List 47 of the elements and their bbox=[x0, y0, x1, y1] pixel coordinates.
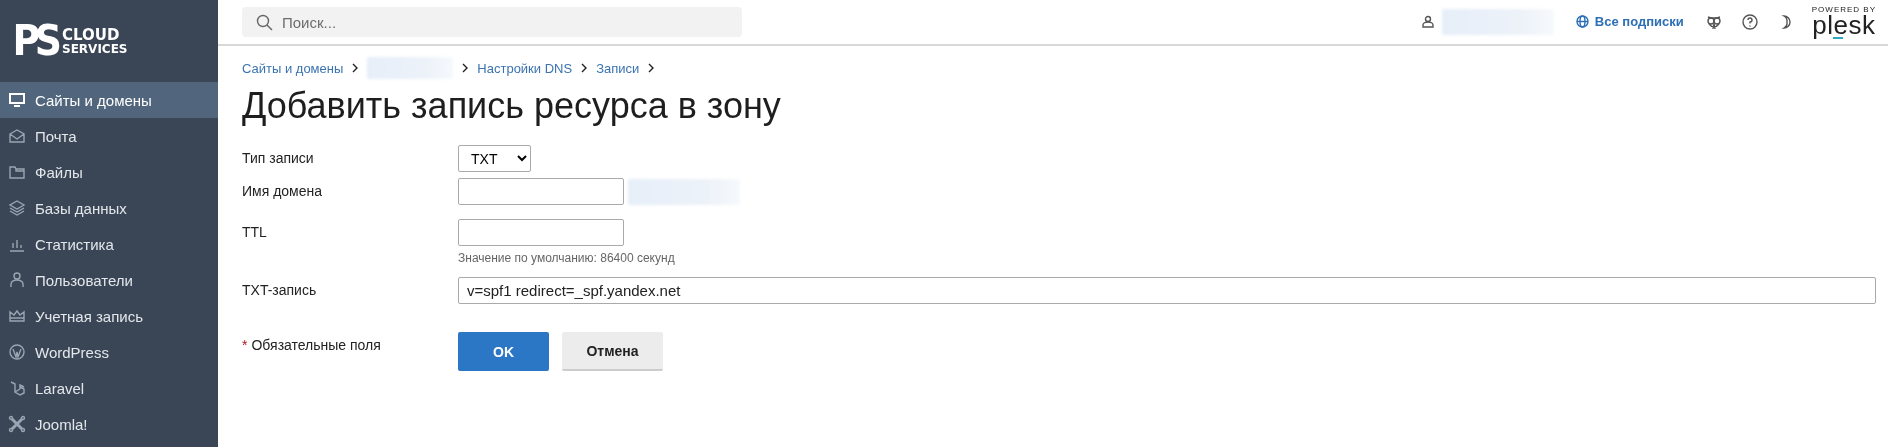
sidebar-item[interactable]: Пользователи bbox=[0, 262, 218, 298]
help-icon[interactable] bbox=[1741, 14, 1758, 30]
joomla-icon bbox=[8, 415, 26, 433]
sidebar-item[interactable]: Учетная запись bbox=[0, 298, 218, 334]
laravel-icon bbox=[8, 379, 26, 397]
breadcrumb-link[interactable]: Настройки DNS bbox=[477, 60, 573, 76]
sidebar-item[interactable]: Joomla! bbox=[0, 406, 218, 442]
chevron-icon bbox=[351, 63, 360, 73]
folder-icon bbox=[8, 163, 26, 181]
envelope-icon bbox=[8, 127, 26, 145]
input-field[interactable]: v=spf1 redirect=_spf.yandex.net bbox=[458, 277, 1876, 305]
ok-button[interactable]: OK bbox=[458, 332, 549, 372]
sidebar-item[interactable]: Статистика bbox=[0, 226, 218, 262]
chevron-icon bbox=[580, 63, 589, 73]
search-icon bbox=[256, 14, 273, 31]
sidebar-item[interactable]: Почта bbox=[0, 118, 218, 154]
chevron-icon bbox=[647, 63, 656, 73]
page-title: Добавить запись ресурса в зону bbox=[242, 84, 782, 128]
input-field[interactable] bbox=[458, 178, 624, 206]
user-icon bbox=[8, 271, 26, 289]
crown-icon bbox=[8, 307, 26, 325]
user-icon bbox=[1421, 15, 1434, 29]
search-field[interactable]: Поиск... bbox=[242, 7, 742, 37]
required-note: * Обязательные поля bbox=[242, 336, 382, 354]
plesk-logo: POWERED BY plesk bbox=[1811, 4, 1876, 40]
sidebar-item[interactable]: WordPress bbox=[0, 334, 218, 370]
monitor-icon bbox=[8, 91, 26, 109]
sidebar-item[interactable]: Laravel bbox=[0, 370, 218, 406]
input-field[interactable] bbox=[458, 219, 624, 247]
field-label: Тип записи bbox=[242, 149, 315, 167]
field-label: Имя домена bbox=[242, 182, 324, 200]
wordpress-icon bbox=[8, 343, 26, 361]
breadcrumb-link[interactable]: Записи bbox=[596, 60, 640, 76]
sidebar-item[interactable]: Сайты и домены bbox=[0, 82, 218, 118]
field-hint: Значение по умолчанию: 86400 секунд bbox=[458, 251, 675, 266]
record-type-select[interactable]: TXT bbox=[458, 145, 531, 173]
cancel-button[interactable]: Отмена bbox=[562, 332, 663, 372]
subscriptions-link[interactable]: Все подписки bbox=[1575, 14, 1684, 30]
sidebar-item[interactable]: Базы данных bbox=[0, 190, 218, 226]
owl-icon[interactable] bbox=[1705, 14, 1722, 30]
breadcrumb-link[interactable]: Сайты и домены bbox=[242, 60, 344, 76]
globe-icon bbox=[1575, 15, 1589, 29]
field-label: TXT-запись bbox=[242, 281, 318, 299]
sidebar-item[interactable]: Файлы bbox=[0, 154, 218, 190]
chevron-icon bbox=[461, 63, 470, 73]
layers-icon bbox=[8, 199, 26, 217]
field-label: TTL bbox=[242, 223, 268, 241]
